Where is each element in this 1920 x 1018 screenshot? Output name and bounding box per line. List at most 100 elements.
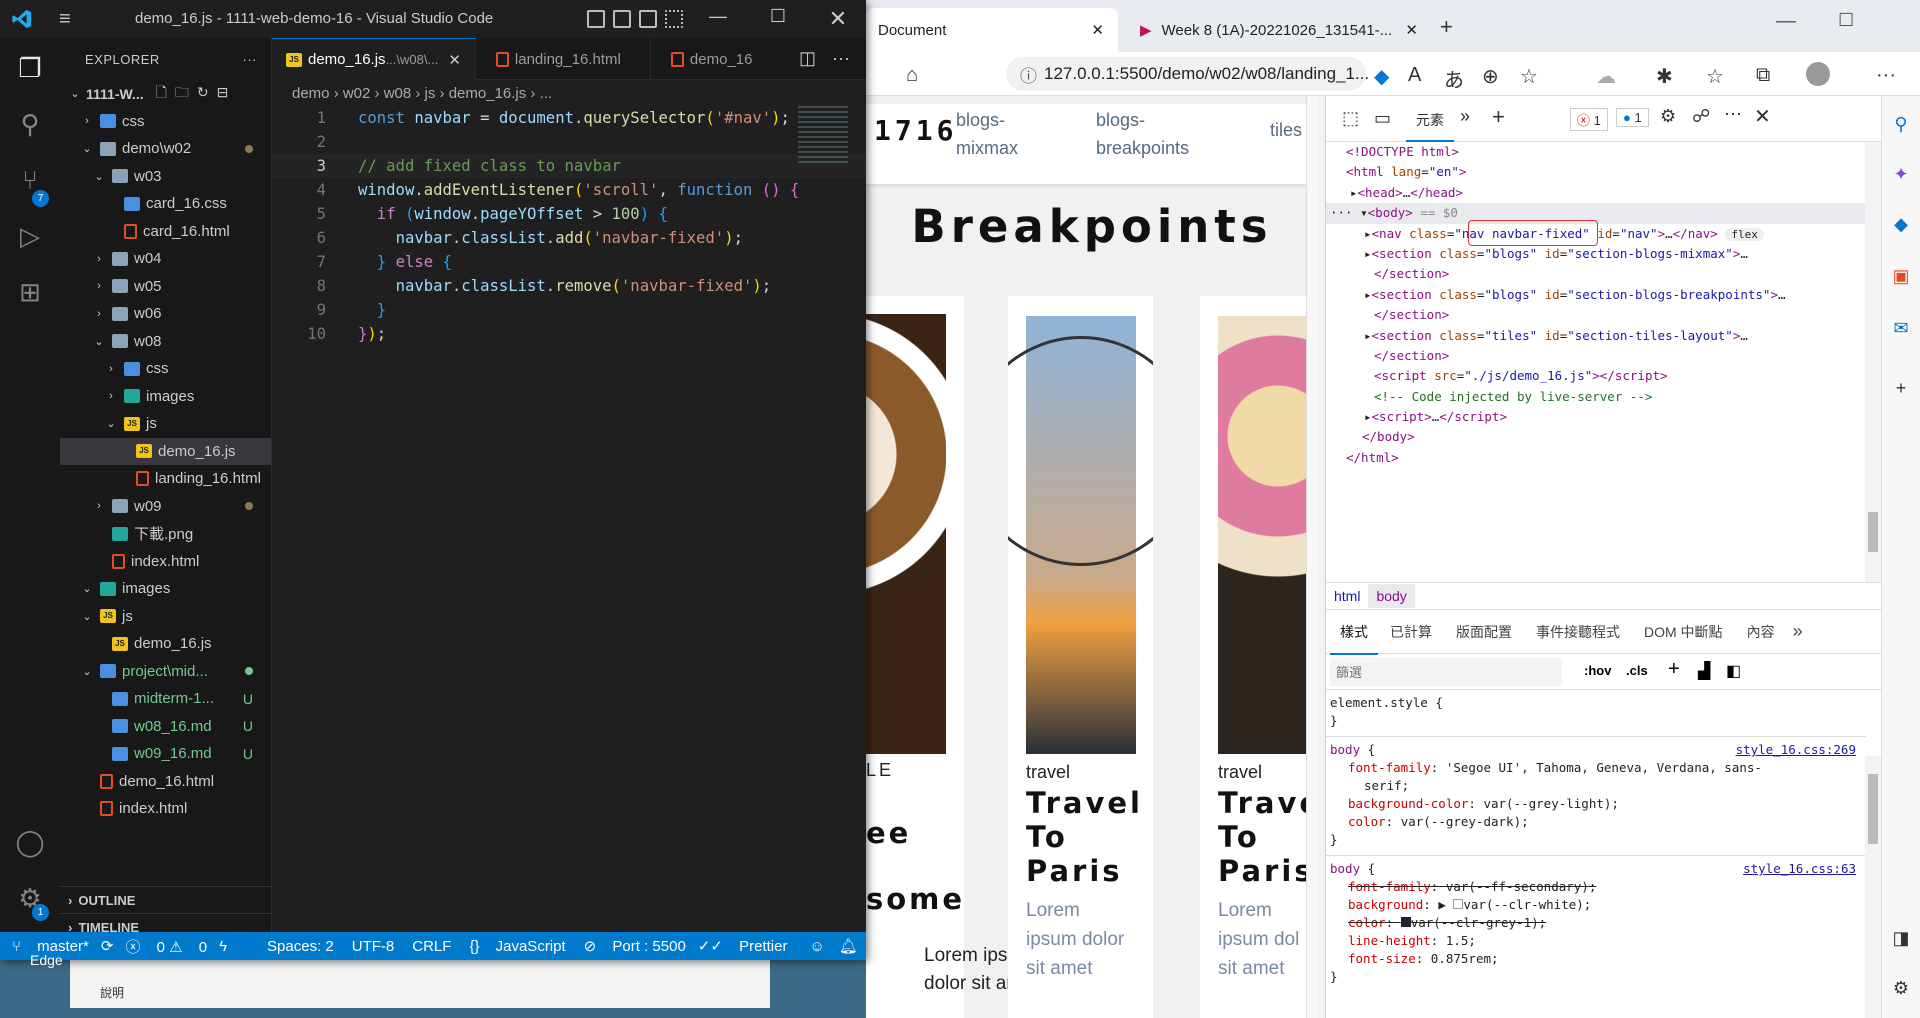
close-tab-icon[interactable]: ✕ [1091, 21, 1104, 39]
minimize-icon[interactable]: — [1776, 10, 1796, 33]
styles-scrollbar[interactable] [1865, 756, 1881, 1018]
run-debug-icon[interactable]: ▷ [14, 220, 46, 252]
subtab-computed[interactable]: 已計算 [1378, 622, 1444, 642]
tab-demo-16-js[interactable]: JS demo_16.js ...\w08\... ✕ [272, 38, 476, 80]
eol-status[interactable]: CRLF [412, 938, 451, 955]
inspect-icon[interactable]: ⬚ [1342, 108, 1359, 129]
feedback-icon[interactable]: ☺ [809, 938, 824, 955]
tree-item[interactable]: JS demo_16.js [60, 437, 271, 465]
outline-section[interactable]: › OUTLINE [60, 886, 272, 913]
connect-icon[interactable]: ☍ [1692, 106, 1710, 127]
settings-gear-icon[interactable]: ⚙ [1890, 978, 1912, 1000]
tree-item[interactable]: ⌄ project\mid... [60, 658, 271, 686]
extensions-icon[interactable]: ✱ [1656, 64, 1673, 89]
url-bar[interactable]: ⓘ 127.0.0.1:5500/demo/w02/w08/landing_1.… [1006, 57, 1369, 91]
tree-item[interactable]: index.html [60, 795, 271, 823]
tree-item[interactable]: demo_16.html [60, 768, 271, 796]
explorer-actions-icons[interactable]: 🗋🗀↻⊟ [156, 82, 237, 106]
new-tab-icon[interactable]: + [1440, 14, 1453, 40]
tree-item[interactable]: landing_16.html [60, 465, 271, 493]
search-icon[interactable]: ⚲ [14, 108, 46, 140]
crumb-body[interactable]: body [1368, 584, 1415, 608]
class-toggle[interactable]: .cls [1626, 663, 1648, 678]
search-icon[interactable]: ⚲ [1890, 114, 1912, 136]
more-tabs-icon[interactable]: » [1460, 106, 1470, 127]
problems-status[interactable]: ⓧ 0 ⚠ 0 [125, 936, 207, 957]
favorites-icon[interactable]: ☆ [1706, 64, 1724, 89]
more-actions-icon[interactable]: ··· [243, 52, 258, 67]
crumb-html[interactable]: html [1326, 588, 1368, 604]
tree-item[interactable]: index.html [60, 548, 271, 576]
home-icon[interactable]: ⌂ [906, 64, 918, 87]
toggle-panel-icon[interactable] [613, 10, 631, 28]
outlook-icon[interactable]: ✉ [1890, 318, 1912, 340]
hover-state-toggle[interactable]: :hov [1584, 663, 1611, 678]
breadcrumb[interactable]: demo › w02 › w08 › js › demo_16.js › ... [272, 80, 866, 106]
collections-icon[interactable]: ⧉ [1756, 64, 1770, 87]
subtab-properties[interactable]: 內容 [1735, 622, 1787, 642]
favorite-add-icon[interactable]: ☆ [1520, 64, 1538, 89]
styles-filter-input[interactable] [1330, 658, 1562, 686]
tree-item[interactable]: ⌄ JS js [60, 603, 271, 631]
close-devtools-icon[interactable]: ✕ [1754, 104, 1771, 129]
lightning-icon[interactable]: ϟ [219, 938, 227, 955]
hide-sidebar-icon[interactable]: ◨ [1890, 928, 1912, 950]
extension-icon[interactable]: ☁ [1596, 64, 1616, 89]
tree-item[interactable]: › images [60, 383, 271, 411]
blog-card-1[interactable]: LE ee some [866, 296, 964, 1018]
tag-icon[interactable]: ◆ [1374, 64, 1389, 89]
tab-document[interactable]: Document ✕ [866, 8, 1118, 52]
maximize-icon[interactable]: ☐ [758, 6, 798, 27]
read-aloud-icon[interactable]: A [1408, 64, 1421, 87]
notifications-bell-icon[interactable]: 🔔︎ [839, 937, 858, 955]
zoom-icon[interactable]: ⊕ [1482, 64, 1499, 89]
tree-item[interactable]: ⌄ images [60, 575, 271, 603]
tree-item[interactable]: › w05 [60, 273, 271, 301]
info-icon[interactable]: ⓘ [1020, 62, 1037, 87]
more-icon[interactable]: ··· [1876, 64, 1896, 87]
code-editor[interactable]: 1 const navbar = document.querySelector('… [272, 106, 866, 346]
dom-scrollbar[interactable] [1865, 142, 1881, 582]
new-style-rule-icon[interactable]: + [1668, 658, 1680, 681]
language-status[interactable]: {} JavaScript [469, 938, 565, 955]
tree-item[interactable]: › w06 [60, 300, 271, 328]
more-icon[interactable]: ⋯ [1724, 104, 1742, 125]
toggle-secondary-sidebar-icon[interactable] [639, 10, 657, 28]
tab-elements[interactable]: 元素 [1406, 96, 1454, 142]
tree-item[interactable]: midterm-1... U [60, 685, 271, 713]
subtab-layout[interactable]: 版面配置 [1444, 622, 1524, 642]
office-icon[interactable]: ▣ [1890, 266, 1912, 288]
split-editor-icon[interactable]: ◫ [799, 48, 816, 69]
maximize-icon[interactable]: ☐ [1838, 10, 1854, 31]
toggle-sidebar-icon[interactable] [587, 10, 605, 28]
extensions-icon[interactable]: ⊞ [14, 276, 46, 308]
page-scrollbar[interactable] [1306, 96, 1318, 1018]
message-badge[interactable]: ● 1 [1616, 108, 1649, 127]
close-tab-icon[interactable]: ✕ [1405, 21, 1418, 39]
add-sidebar-app-icon[interactable]: + [1890, 378, 1912, 400]
tree-item[interactable]: w08_16.md U [60, 713, 271, 741]
tree-item[interactable]: ⌄ demo\w02 [60, 135, 271, 163]
account-icon[interactable]: ◯ [14, 826, 46, 858]
dom-tree[interactable]: <!DOCTYPE html> <html lang="en"> ▸<head>… [1326, 142, 1882, 582]
live-server-status[interactable]: ⊘ Port : 5500 [584, 937, 686, 955]
close-tab-icon[interactable]: ✕ [448, 51, 461, 69]
tree-item[interactable]: › css [60, 108, 271, 136]
explorer-icon[interactable]: ❐ [14, 52, 46, 84]
customize-layout-icon[interactable] [665, 10, 683, 28]
blog-card-2[interactable]: travel Travel To Paris Lorem ipsum dolor s… [1008, 296, 1153, 1018]
style-source-link[interactable]: style_16.css:63 [1743, 860, 1856, 878]
nav-link-blogs-mixmax[interactable]: blogs-mixmax [956, 106, 1018, 162]
prettier-status[interactable]: ✓✓ Prettier [698, 937, 788, 955]
tree-item[interactable]: ⌄ w03 [60, 163, 271, 191]
settings-gear-icon[interactable]: ⚙ [1660, 106, 1676, 127]
nav-brand[interactable]: 1716 [874, 114, 957, 147]
blog-card-3[interactable]: travel Trave To Paris Lorem ipsum dol sit … [1200, 296, 1318, 1018]
tree-item[interactable]: JS demo_16.js [60, 630, 271, 658]
nav-link-blogs-breakpoints[interactable]: blogs-breakpoints [1096, 106, 1189, 162]
more-actions-icon[interactable]: ··· [832, 48, 850, 69]
nav-link-tiles[interactable]: tiles [1270, 120, 1302, 141]
paint-brush-icon[interactable]: ▟ [1698, 661, 1710, 681]
subtab-styles[interactable]: 樣式 [1330, 609, 1378, 655]
profile-avatar[interactable] [1806, 62, 1830, 86]
